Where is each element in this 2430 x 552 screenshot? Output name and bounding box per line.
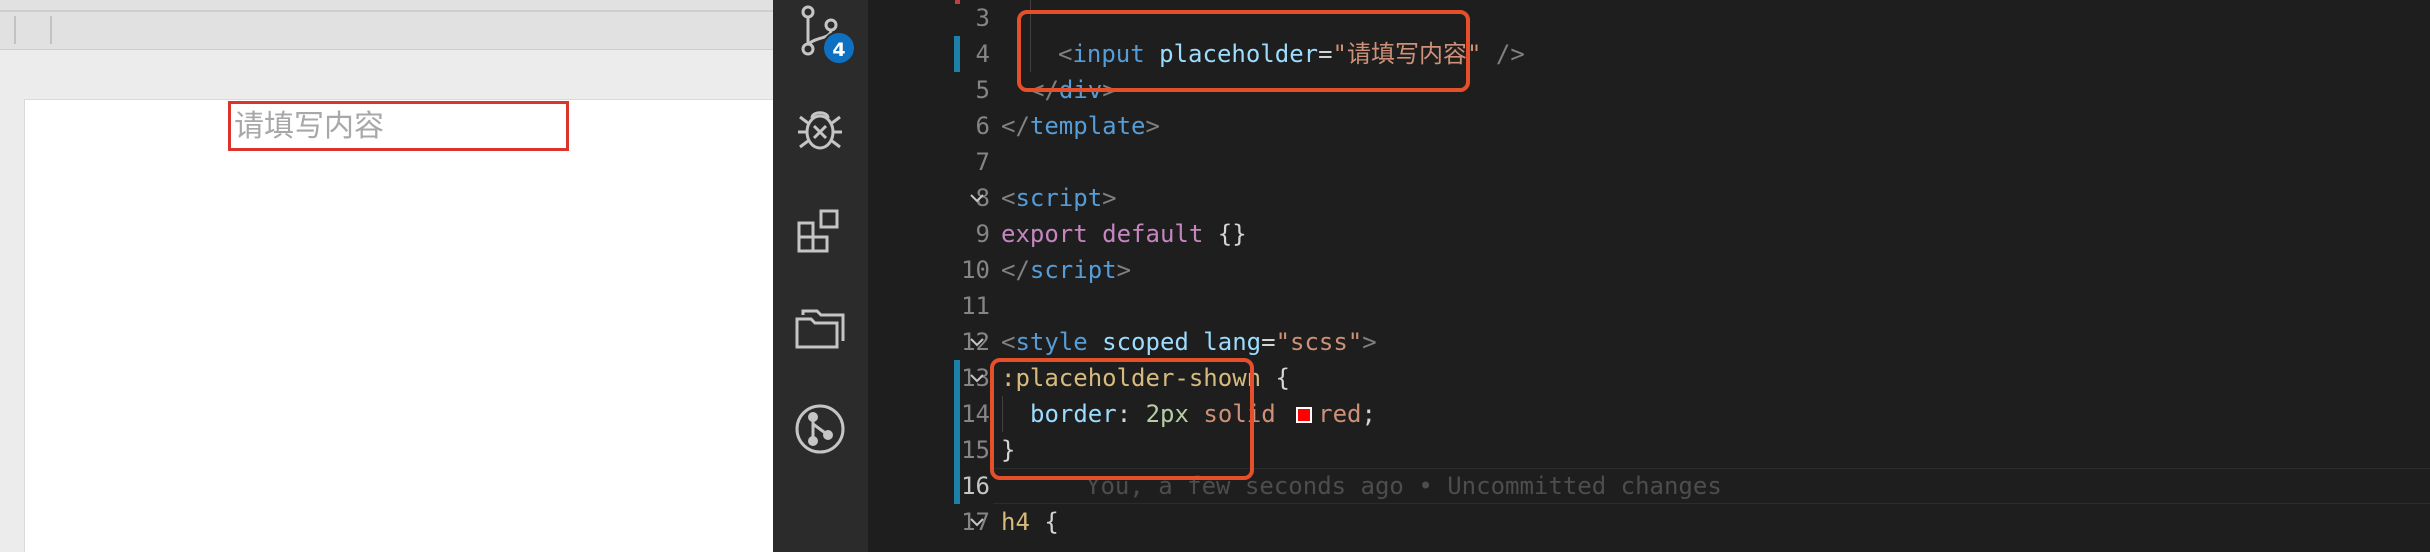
line-number: 15 [961, 436, 990, 464]
toolbar-divider [0, 10, 775, 12]
code-line: 7 [868, 144, 2430, 180]
line-number: 10 [961, 256, 990, 284]
extensions-icon[interactable] [791, 203, 849, 261]
modified-line-marker [954, 396, 960, 432]
fold-chevron-icon[interactable] [968, 360, 986, 396]
tab-separator [14, 16, 16, 44]
code-editor[interactable]: 3 4 <input placeholder="请填写内容" /> 5 </di… [868, 0, 2430, 552]
code-line: 8 <script> [868, 180, 2430, 216]
fold-chevron-icon[interactable] [968, 324, 986, 360]
browser-preview [0, 0, 775, 552]
tab-separator [50, 16, 52, 44]
code-line: 12 <style scoped lang="scss"> [868, 324, 2430, 360]
line-number: 14 [961, 400, 990, 428]
content-input[interactable] [228, 101, 569, 151]
explorer-icon[interactable] [791, 301, 849, 359]
code-line: 17 h4 { [868, 504, 2430, 540]
color-swatch[interactable] [1296, 407, 1313, 423]
annotation-box-input [1017, 10, 1470, 92]
line-number: 16 [961, 472, 990, 500]
line-number: 6 [975, 112, 990, 140]
modified-line-marker [954, 432, 960, 468]
debug-icon[interactable] [791, 99, 849, 157]
page-viewport [24, 99, 775, 552]
code-text: </script> [1001, 256, 1132, 284]
browser-toolbar [0, 0, 775, 50]
git-graph-icon[interactable] [791, 400, 849, 458]
code-text: export default {} [1001, 220, 1247, 248]
line-number: 11 [961, 292, 990, 320]
code-text: </template> [1001, 112, 1160, 140]
code-text: h4 { [1001, 508, 1059, 536]
code-line: 6 </template> [868, 108, 2430, 144]
fold-chevron-icon[interactable] [968, 504, 986, 540]
line-number: 7 [975, 148, 990, 176]
source-control-badge: 4 [822, 31, 856, 65]
code-line: 10 </script> [868, 252, 2430, 288]
fold-chevron-icon[interactable] [968, 180, 986, 216]
modified-line-marker [954, 468, 960, 504]
activity-bar: 4 [773, 0, 868, 552]
code-text: <style scoped lang="scss"> [1001, 328, 1377, 356]
code-line: 11 [868, 288, 2430, 324]
modified-line-marker [954, 36, 960, 72]
modified-line-marker [954, 360, 960, 396]
annotation-box-css [990, 358, 1254, 480]
line-number: 5 [975, 76, 990, 104]
code-text: <script> [1001, 184, 1117, 212]
line-number: 9 [975, 220, 990, 248]
line-number: 3 [975, 4, 990, 32]
code-line: 9 export default {} [868, 216, 2430, 252]
line-number: 4 [975, 40, 990, 68]
